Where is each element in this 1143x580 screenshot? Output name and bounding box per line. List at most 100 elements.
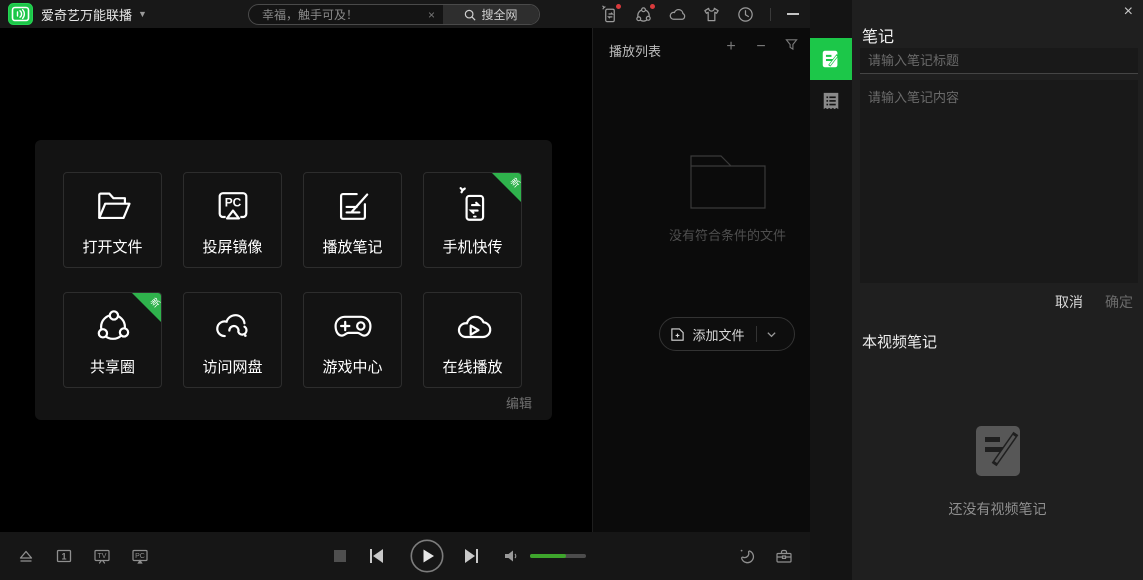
note-title-input[interactable] (860, 48, 1138, 74)
svg-text:TV: TV (98, 553, 107, 560)
add-file-icon (670, 327, 685, 342)
tile-label: 手机快传 (442, 236, 502, 257)
side-tab-strip (810, 0, 852, 580)
tile-screen-mirror[interactable]: PC 投屏镜像 (183, 172, 282, 268)
phone-fast-transfer-icon (451, 184, 495, 228)
empty-note-icon (974, 424, 1022, 478)
tile-play-notes[interactable]: 播放笔记 (303, 172, 402, 268)
playlist-empty-state: 没有符合条件的文件 (645, 154, 810, 244)
titlebar: 爱奇艺万能联播 ▼ × 搜全网 (0, 0, 810, 28)
tile-phone-transfer[interactable]: 新 手机快传 (423, 172, 522, 268)
video-notes-section-title: 本视频笔记 (862, 331, 937, 352)
new-badge: 新 (491, 172, 522, 203)
svg-text:PC: PC (135, 553, 145, 560)
notification-dot (616, 4, 621, 9)
chevron-down-icon[interactable] (766, 329, 777, 340)
tab-note-list[interactable] (810, 80, 852, 122)
app-title: 爱奇艺万能联播 (41, 5, 132, 24)
notes-panel: × 笔记 取消 确定 本视频笔记 还没有视频笔记 (852, 0, 1143, 580)
new-badge: 新 (131, 292, 162, 323)
minimize-button[interactable] (786, 5, 800, 24)
phone-transfer-icon[interactable] (600, 5, 619, 24)
svg-text:PC: PC (224, 195, 241, 209)
note-content-textarea[interactable] (860, 80, 1138, 283)
note-list-icon (821, 90, 841, 112)
playlist-title: 播放列表 (609, 41, 661, 60)
search-button[interactable]: 搜全网 (443, 5, 539, 24)
pc-cast-icon[interactable]: PC (130, 546, 150, 566)
home-tiles: 打开文件 PC 投屏镜像 播放笔记 (63, 172, 522, 388)
share-circle-icon[interactable] (634, 5, 653, 24)
folder-open-icon (91, 184, 135, 228)
add-file-button[interactable]: 添加文件 (659, 317, 795, 351)
svg-text:1: 1 (61, 552, 66, 562)
video-area: 打开文件 PC 投屏镜像 播放笔记 (0, 28, 592, 532)
previous-button[interactable] (369, 548, 385, 569)
tile-share-circle[interactable]: 新 共享圈 (63, 292, 162, 388)
cancel-button[interactable]: 取消 (1055, 292, 1083, 312)
notification-dot (650, 4, 655, 9)
tv-cast-icon[interactable]: TV (92, 546, 112, 566)
tile-game-center[interactable]: 游戏中心 (303, 292, 402, 388)
tile-label: 访问网盘 (202, 356, 262, 377)
search-box: × 搜全网 (248, 4, 540, 25)
tile-label: 共享圈 (90, 356, 135, 377)
volume-slider[interactable] (530, 554, 586, 558)
titlebar-icons (600, 0, 800, 28)
toolbox-icon[interactable] (775, 547, 794, 566)
eject-open-icon[interactable] (16, 546, 36, 566)
player-left-icons: 1 TV PC (16, 532, 150, 580)
history-clock-icon[interactable] (736, 5, 755, 24)
playlist-header-icons: + − (724, 38, 798, 56)
pc-mirror-icon: PC (211, 184, 255, 228)
volume-fill (530, 554, 566, 558)
app-logo-icon (8, 3, 33, 25)
search-clear-icon[interactable]: × (420, 8, 443, 22)
note-edit-icon (820, 48, 842, 70)
cloud-drive-icon[interactable] (668, 5, 687, 24)
app-window: 爱奇艺万能联播 ▼ × 搜全网 (0, 0, 1143, 580)
home-card: 打开文件 PC 投屏镜像 播放笔记 (35, 140, 552, 420)
tile-label: 投屏镜像 (202, 236, 262, 257)
empty-folder-icon (690, 154, 766, 210)
playlist-panel: 播放列表 + − 没有符合条件的文件 添加文件 (592, 28, 810, 532)
notes-empty-state: 还没有视频笔记 (852, 424, 1143, 519)
tile-label: 游戏中心 (322, 356, 382, 377)
edit-tiles-button[interactable]: 编辑 (506, 393, 532, 412)
note-edit-icon (331, 184, 375, 228)
skin-tshirt-icon[interactable] (702, 5, 721, 24)
share-circle-icon (91, 304, 135, 348)
notes-panel-title: 笔记 (862, 23, 894, 47)
tile-label: 打开文件 (82, 236, 142, 257)
close-icon[interactable]: × (1124, 3, 1133, 21)
play-button[interactable] (410, 539, 444, 573)
tile-label: 在线播放 (442, 356, 502, 377)
title-dropdown-chevron-icon[interactable]: ▼ (138, 9, 147, 19)
confirm-button[interactable]: 确定 (1105, 292, 1133, 312)
tile-online-play[interactable]: 在线播放 (423, 292, 522, 388)
playlist-empty-text: 没有符合条件的文件 (645, 225, 810, 244)
play-speed-icon[interactable]: 1 (54, 546, 74, 566)
cloud-drive-icon (211, 304, 255, 348)
search-icon (464, 9, 476, 21)
titlebar-separator (770, 8, 771, 21)
tile-label: 播放笔记 (322, 236, 382, 257)
tile-cloud-drive[interactable]: 访问网盘 (183, 292, 282, 388)
player-bar: 1 TV PC (0, 532, 810, 580)
add-button-separator (756, 326, 757, 342)
gamepad-icon (331, 304, 375, 348)
stop-button[interactable] (334, 550, 346, 562)
search-input[interactable] (249, 5, 420, 24)
next-button[interactable] (463, 548, 479, 569)
tab-notes[interactable] (810, 38, 852, 80)
player-right-icons (738, 532, 794, 580)
playlist-add-icon[interactable]: + (724, 38, 738, 56)
cloud-play-icon (451, 304, 495, 348)
phone-remote-icon[interactable] (738, 547, 757, 566)
tile-open-file[interactable]: 打开文件 (63, 172, 162, 268)
notes-empty-text: 还没有视频笔记 (852, 499, 1143, 519)
playlist-remove-icon[interactable]: − (754, 38, 768, 56)
note-action-buttons: 取消 确定 (1055, 292, 1133, 312)
playlist-filter-icon[interactable] (784, 38, 798, 56)
volume-icon[interactable] (503, 548, 519, 569)
